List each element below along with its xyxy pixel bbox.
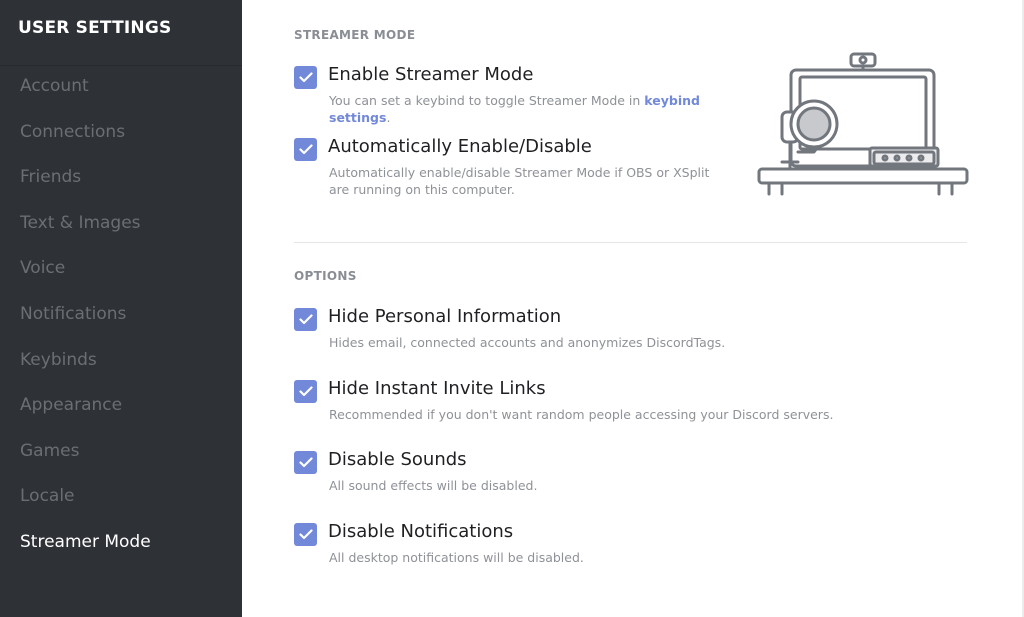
disable-sounds-checkbox[interactable] bbox=[294, 451, 317, 474]
option-description: Hides email, connected accounts and anon… bbox=[329, 335, 726, 350]
sidebar-header: USER SETTINGS bbox=[0, 0, 242, 66]
option-label[interactable]: Automatically Enable/Disable bbox=[328, 136, 592, 157]
checkmark-icon bbox=[298, 144, 313, 155]
disable-notifications-checkbox[interactable] bbox=[294, 523, 317, 546]
sidebar-item-voice[interactable]: Voice bbox=[20, 258, 65, 278]
option-description: You can set a keybind to toggle Streamer… bbox=[329, 92, 749, 126]
section-title-options: OPTIONS bbox=[294, 269, 357, 283]
option-description: All desktop notifications will be disabl… bbox=[329, 550, 584, 565]
sidebar-item-streamer-mode[interactable]: Streamer Mode bbox=[20, 532, 151, 552]
option-label[interactable]: Enable Streamer Mode bbox=[328, 64, 533, 85]
checkmark-icon bbox=[298, 72, 313, 83]
sidebar-item-appearance[interactable]: Appearance bbox=[20, 395, 122, 415]
desc-suffix: . bbox=[386, 110, 391, 125]
checkmark-icon bbox=[298, 386, 313, 397]
option-description: Recommended if you don't want random peo… bbox=[329, 407, 834, 422]
checkmark-icon bbox=[298, 314, 313, 325]
hide-invite-links-checkbox[interactable] bbox=[294, 380, 317, 403]
section-divider bbox=[294, 242, 967, 243]
sidebar-item-keybinds[interactable]: Keybinds bbox=[20, 350, 97, 370]
option-description: All sound effects will be disabled. bbox=[329, 478, 538, 493]
sidebar-item-games[interactable]: Games bbox=[20, 441, 79, 461]
sidebar-title: USER SETTINGS bbox=[18, 18, 172, 38]
sidebar-item-notifications[interactable]: Notifications bbox=[20, 304, 126, 324]
option-label[interactable]: Disable Notifications bbox=[328, 521, 513, 542]
settings-sidebar: USER SETTINGS Account Connections Friend… bbox=[0, 0, 242, 617]
settings-content: STREAMER MODE Enable Streamer Mode You c… bbox=[242, 0, 1024, 617]
auto-enable-checkbox[interactable] bbox=[294, 138, 317, 161]
streaming-setup-illustration-icon bbox=[757, 52, 969, 196]
sidebar-item-locale[interactable]: Locale bbox=[20, 486, 75, 506]
sidebar-item-text-images[interactable]: Text & Images bbox=[20, 213, 141, 233]
sidebar-item-friends[interactable]: Friends bbox=[20, 167, 81, 187]
checkmark-icon bbox=[298, 457, 313, 468]
option-label[interactable]: Disable Sounds bbox=[328, 449, 467, 470]
hide-personal-info-checkbox[interactable] bbox=[294, 308, 317, 331]
sidebar-item-account[interactable]: Account bbox=[20, 76, 89, 96]
sidebar-item-connections[interactable]: Connections bbox=[20, 122, 125, 142]
enable-streamer-mode-checkbox[interactable] bbox=[294, 66, 317, 89]
checkmark-icon bbox=[298, 529, 313, 540]
option-label[interactable]: Hide Personal Information bbox=[328, 306, 561, 327]
option-description: Automatically enable/disable Streamer Mo… bbox=[329, 165, 710, 197]
section-title-streamer-mode: STREAMER MODE bbox=[294, 28, 416, 42]
option-label[interactable]: Hide Instant Invite Links bbox=[328, 378, 546, 399]
desc-text: You can set a keybind to toggle Streamer… bbox=[329, 93, 645, 108]
